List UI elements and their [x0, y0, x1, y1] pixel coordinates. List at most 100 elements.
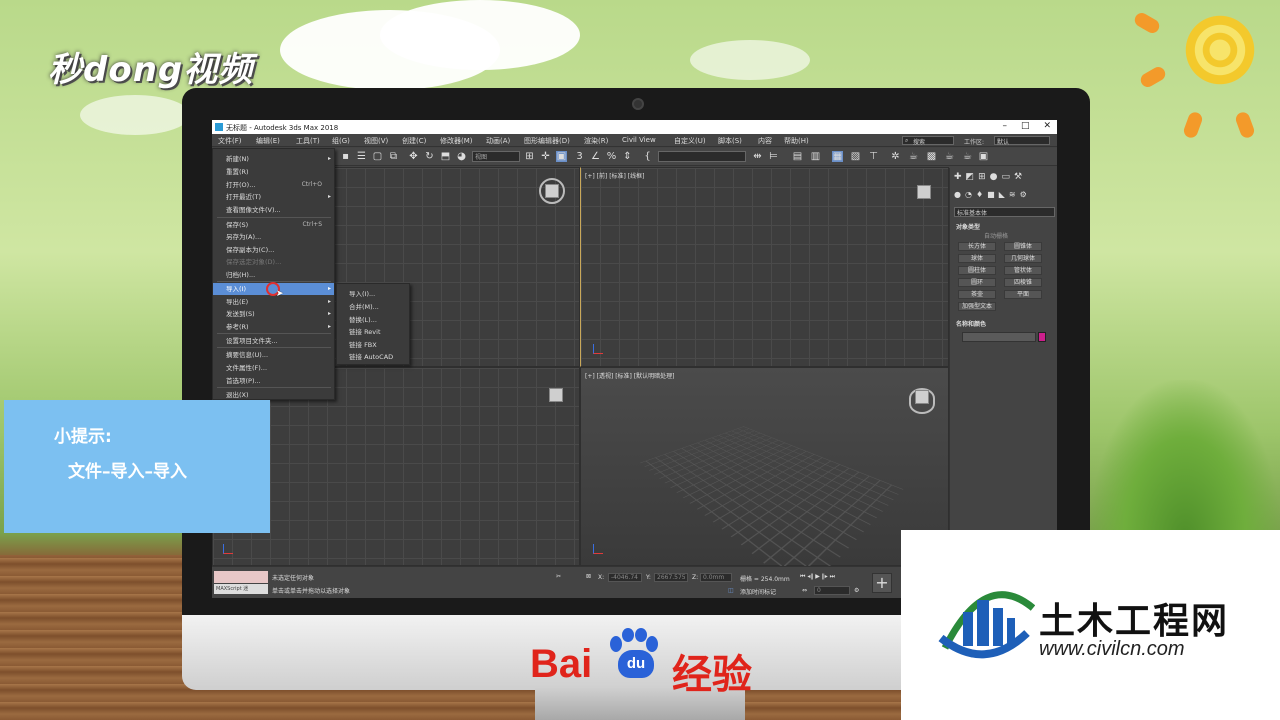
geometry-icon[interactable]: ●: [954, 190, 961, 202]
render-setup-icon[interactable]: ☕: [908, 151, 919, 162]
play-icon[interactable]: ▶: [815, 573, 820, 580]
menu-item-send-to[interactable]: 发送到(S) ▸: [213, 308, 334, 320]
current-frame-field[interactable]: 0: [814, 586, 850, 595]
menu-rendering[interactable]: 渲染(R): [584, 136, 608, 146]
object-color-swatch[interactable]: [1038, 332, 1046, 342]
cameras-icon[interactable]: ■: [987, 190, 995, 202]
window-crossing-icon[interactable]: ⧉: [388, 151, 399, 162]
menu-modifiers[interactable]: 修改器(M): [440, 136, 473, 146]
keyboard-shortcut-icon[interactable]: ▣: [556, 151, 567, 162]
menu-item-save[interactable]: 保存(S) Ctrl+S: [213, 219, 334, 231]
object-name-field[interactable]: [962, 332, 1036, 342]
isolate-icon[interactable]: ✂: [556, 573, 561, 580]
menu-content[interactable]: 内容: [758, 136, 772, 146]
menu-tools[interactable]: 工具(T): [296, 136, 320, 146]
torus-button[interactable]: 圆环: [958, 278, 996, 287]
scale-icon[interactable]: ⬒: [440, 151, 451, 162]
select-object-icon[interactable]: ▪: [340, 151, 351, 162]
add-key-button[interactable]: +: [872, 573, 892, 593]
viewcube-icon[interactable]: [549, 388, 563, 402]
menu-item-summary-info[interactable]: 摘要信息(U)...: [213, 349, 334, 361]
time-tag-icon[interactable]: ◫: [728, 587, 734, 594]
move-icon[interactable]: ✥: [408, 151, 419, 162]
submenu-item-link-autocad[interactable]: 链接 AutoCAD: [337, 351, 409, 363]
rendered-frame-icon[interactable]: ▩: [926, 151, 937, 162]
reference-coordinate-dropdown[interactable]: 视图: [472, 151, 520, 162]
pivot-icon[interactable]: ⊞: [524, 151, 535, 162]
layer-explorer-icon[interactable]: ▥: [810, 151, 821, 162]
menu-customize[interactable]: 自定义(U): [674, 136, 706, 146]
utilities-tab-icon[interactable]: ⚒: [1014, 172, 1022, 184]
menu-item-new[interactable]: 新建(N) ▸: [213, 153, 334, 165]
menu-graph-editors[interactable]: 图形编辑器(D): [524, 136, 570, 146]
plane-button[interactable]: 平面: [1004, 290, 1042, 299]
submenu-item-link-revit[interactable]: 链接 Revit: [337, 326, 409, 338]
viewcube-icon[interactable]: [545, 184, 559, 198]
named-selection-icon[interactable]: {: [642, 151, 653, 162]
add-time-tag[interactable]: 添加时间标记: [740, 587, 776, 596]
submenu-item-replace[interactable]: 替换(L)...: [337, 314, 409, 326]
lights-icon[interactable]: ♦: [976, 190, 983, 202]
menu-group[interactable]: 组(G): [332, 136, 350, 146]
menu-item-file-properties[interactable]: 文件属性(F)...: [213, 362, 334, 374]
viewcube-icon[interactable]: [917, 185, 931, 199]
viewport-perspective[interactable]: [+] [透视] [标准] [默认明暗处理]: [580, 367, 949, 566]
x-coordinate-field[interactable]: -4046.74: [608, 573, 642, 582]
place-icon[interactable]: ◕: [456, 151, 467, 162]
textplus-button[interactable]: 加强型文本: [958, 302, 996, 311]
viewport-front[interactable]: [+] [前] [标准] [线框]: [580, 167, 949, 367]
create-tab-icon[interactable]: ✚: [954, 172, 962, 184]
select-by-name-icon[interactable]: ☰: [356, 151, 367, 162]
submenu-item-link-fbx[interactable]: 链接 FBX: [337, 339, 409, 351]
angle-snap-icon[interactable]: ∠: [590, 151, 601, 162]
workspace-dropdown[interactable]: 默认: [994, 136, 1050, 145]
hierarchy-tab-icon[interactable]: ⊞: [978, 172, 986, 184]
menu-item-open[interactable]: 打开(O)... Ctrl+O: [213, 179, 334, 191]
go-to-end-icon[interactable]: ⏭: [830, 573, 835, 580]
named-selection-sets-dropdown[interactable]: [658, 151, 746, 162]
menu-help[interactable]: 帮助(H): [784, 136, 809, 146]
submenu-item-import[interactable]: 导入(I)...: [337, 288, 409, 300]
menu-item-export[interactable]: 导出(E) ▸: [213, 296, 334, 308]
spinner-snap-icon[interactable]: ⇕: [622, 151, 633, 162]
maxscript-listener[interactable]: [214, 571, 268, 583]
cylinder-button[interactable]: 圆柱体: [958, 266, 996, 275]
pyramid-button[interactable]: 四棱锥: [1004, 278, 1042, 287]
cone-button[interactable]: 圆锥体: [1004, 242, 1042, 251]
helpers-icon[interactable]: ◣: [999, 190, 1005, 202]
sphere-button[interactable]: 球体: [958, 254, 996, 263]
ribbon-icon[interactable]: ▦: [832, 151, 843, 162]
motion-tab-icon[interactable]: ●: [990, 172, 998, 184]
menu-item-reference[interactable]: 参考(R) ▸: [213, 321, 334, 333]
spacewarps-icon[interactable]: ≋: [1009, 190, 1016, 202]
viewcube-icon[interactable]: [915, 390, 929, 404]
category-dropdown[interactable]: 标准基本体: [954, 207, 1055, 217]
snaps-icon[interactable]: 3: [574, 151, 585, 162]
menu-edit[interactable]: 编辑(E): [256, 136, 280, 146]
select-manipulate-icon[interactable]: ✛: [540, 151, 551, 162]
display-tab-icon[interactable]: ▭: [1001, 172, 1010, 184]
submenu-item-merge[interactable]: 合并(M)...: [337, 301, 409, 313]
render-online-icon[interactable]: ▣: [978, 151, 989, 162]
curve-editor-icon[interactable]: ▧: [850, 151, 861, 162]
percent-snap-icon[interactable]: %: [606, 151, 617, 162]
search-input[interactable]: ⌕ 搜索: [902, 136, 954, 145]
menu-item-reset[interactable]: 重置(R): [213, 166, 334, 178]
render-production-icon[interactable]: ☕: [944, 151, 955, 162]
align-icon[interactable]: ⊨: [768, 151, 779, 162]
menu-item-project-folder[interactable]: 设置项目文件夹...: [213, 335, 334, 347]
maxscript-mini-label[interactable]: MAXScript 迷: [214, 584, 268, 594]
menu-item-save-as[interactable]: 另存为(A)...: [213, 231, 334, 243]
z-coordinate-field[interactable]: 0.0mm: [700, 573, 732, 582]
menu-item-save-copy[interactable]: 保存副本为(C)...: [213, 244, 334, 256]
material-editor-icon[interactable]: ✲: [890, 151, 901, 162]
render-iterative-icon[interactable]: ☕: [962, 151, 973, 162]
menu-views[interactable]: 视图(V): [364, 136, 388, 146]
tube-button[interactable]: 管状体: [1004, 266, 1042, 275]
maximize-button[interactable]: □: [1021, 121, 1030, 131]
minimize-button[interactable]: –: [1002, 121, 1007, 131]
menu-item-preferences[interactable]: 首选项(P)...: [213, 375, 334, 387]
modify-tab-icon[interactable]: ◩: [966, 172, 975, 184]
box-button[interactable]: 长方体: [958, 242, 996, 251]
menu-item-view-image[interactable]: 查看图像文件(V)...: [213, 204, 334, 216]
